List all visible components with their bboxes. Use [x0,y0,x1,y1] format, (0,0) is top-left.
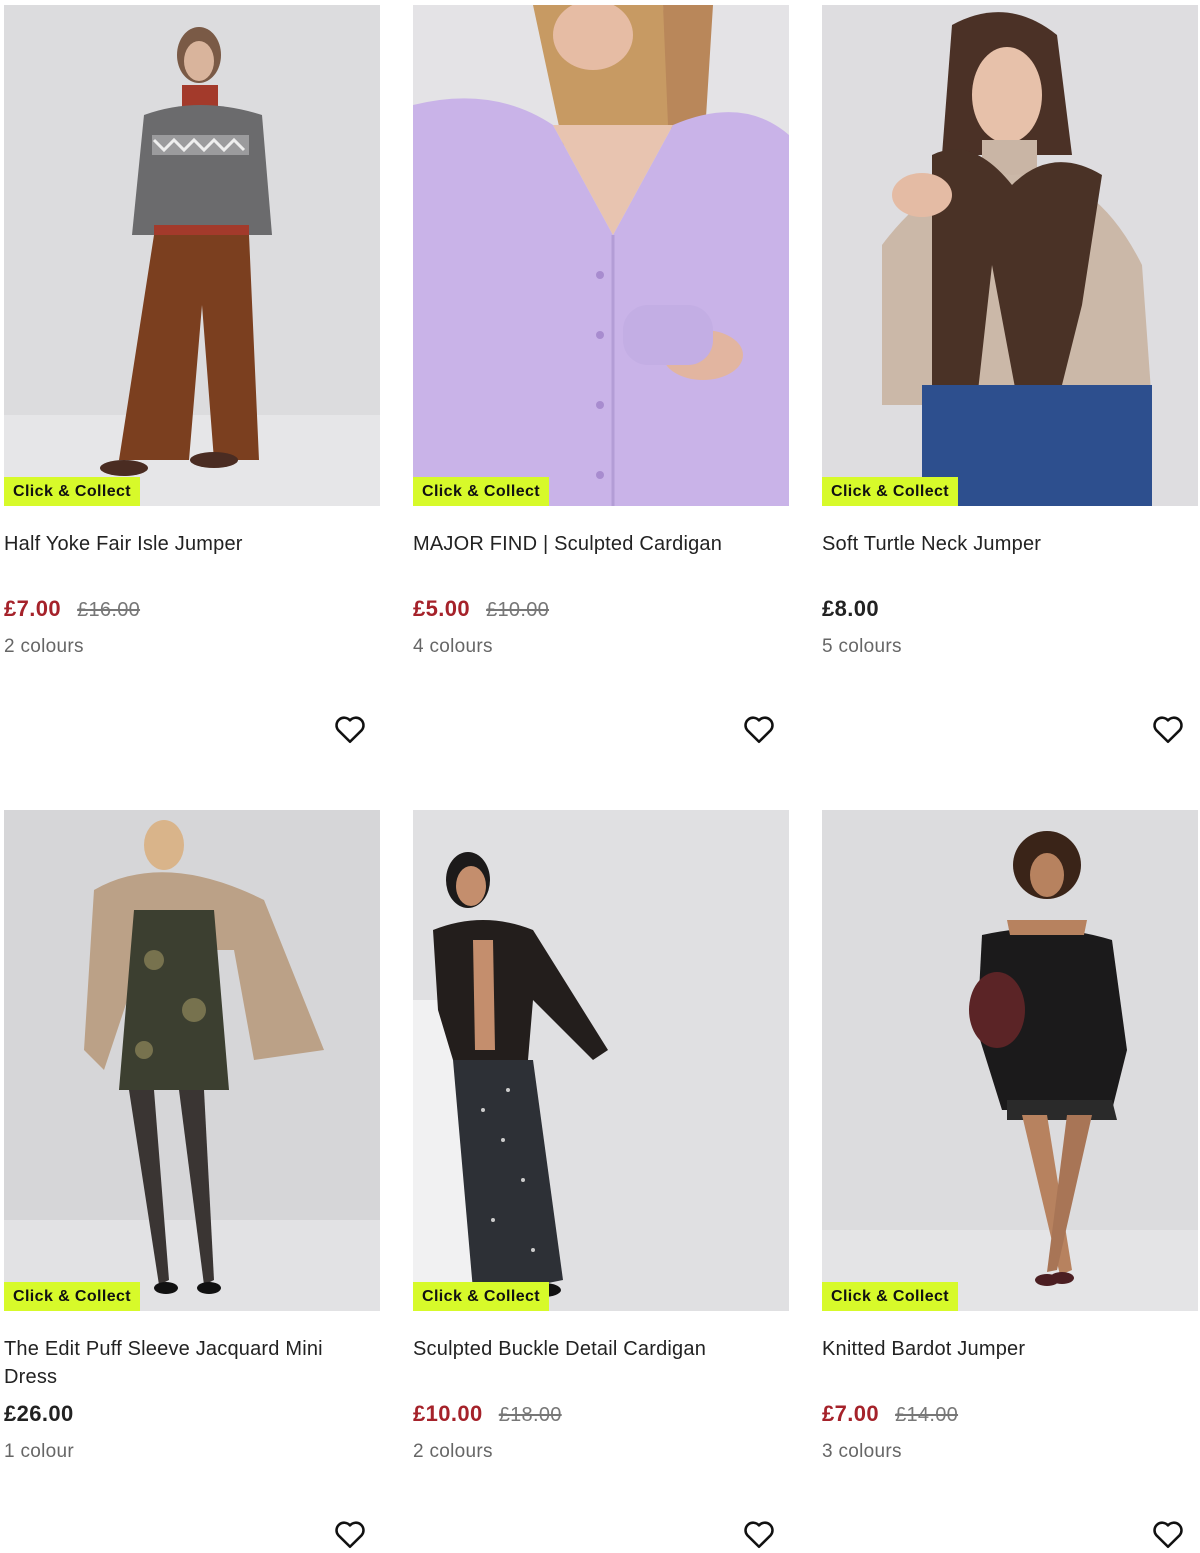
product-card[interactable]: Click & Collect Sculpted Buckle Detail C… [413,810,789,1553]
was-price: £14.00 [895,1404,959,1426]
colour-count: 3 colours [822,1441,902,1462]
product-title[interactable]: MAJOR FIND | Sculpted Cardigan [413,530,773,558]
product-card[interactable]: Click & Collect Knitted Bardot Jumper £7… [822,810,1198,1553]
product-card[interactable]: Click & Collect The Edit Puff Sleeve Jac… [4,810,380,1553]
price-row: £7.00 £14.00 [822,1401,958,1427]
heart-outline-icon[interactable] [332,1516,368,1552]
click-and-collect-badge: Click & Collect [822,1282,959,1311]
click-and-collect-badge: Click & Collect [413,477,550,506]
click-and-collect-badge: Click & Collect [822,477,959,506]
click-and-collect-badge: Click & Collect [4,477,141,506]
product-image[interactable]: Click & Collect [822,810,1198,1311]
click-and-collect-badge: Click & Collect [4,1282,141,1311]
sale-price: £7.00 [4,596,62,621]
price-row: £10.00 £18.00 [413,1401,562,1427]
price: £26.00 [4,1401,74,1426]
sale-price: £5.00 [413,596,471,621]
product-photo-fair-isle-jumper [4,5,380,506]
was-price: £16.00 [77,599,141,621]
product-card[interactable]: Click & Collect MAJOR FIND | Sculpted Ca… [413,5,789,795]
colour-count: 2 colours [4,636,84,657]
product-photo-turtle-neck-jumper [822,5,1198,506]
product-title[interactable]: Sculpted Buckle Detail Cardigan [413,1335,773,1363]
sale-price: £7.00 [822,1401,880,1426]
heart-outline-icon[interactable] [1150,1516,1186,1552]
colour-count: 4 colours [413,636,493,657]
product-title[interactable]: Half Yoke Fair Isle Jumper [4,530,364,558]
colour-count: 5 colours [822,636,902,657]
price-row: £8.00 [822,596,879,622]
product-title[interactable]: Knitted Bardot Jumper [822,1335,1182,1363]
product-image[interactable]: Click & Collect [4,810,380,1311]
product-image[interactable]: Click & Collect [413,810,789,1311]
sale-price: £10.00 [413,1401,483,1426]
was-price: £10.00 [486,599,550,621]
product-photo-buckle-cardigan [413,810,789,1311]
product-card[interactable]: Click & Collect Half Yoke Fair Isle Jump… [4,5,380,795]
product-image[interactable]: Click & Collect [4,5,380,506]
heart-outline-icon[interactable] [1150,711,1186,747]
product-title[interactable]: The Edit Puff Sleeve Jacquard Mini Dress [4,1335,364,1391]
heart-outline-icon[interactable] [741,1516,777,1552]
product-photo-bardot-jumper [822,810,1198,1311]
heart-outline-icon[interactable] [332,711,368,747]
heart-outline-icon[interactable] [741,711,777,747]
colour-count: 2 colours [413,1441,493,1462]
price-row: £7.00 £16.00 [4,596,140,622]
colour-count: 1 colour [4,1441,74,1462]
price-row: £5.00 £10.00 [413,596,549,622]
product-photo-sculpted-cardigan [413,5,789,506]
product-image[interactable]: Click & Collect [822,5,1198,506]
product-image[interactable]: Click & Collect [413,5,789,506]
was-price: £18.00 [498,1404,562,1426]
price-row: £26.00 [4,1401,74,1427]
click-and-collect-badge: Click & Collect [413,1282,550,1311]
product-photo-jacquard-mini-dress [4,810,380,1311]
product-title[interactable]: Soft Turtle Neck Jumper [822,530,1182,558]
price: £8.00 [822,596,880,621]
product-card[interactable]: Click & Collect Soft Turtle Neck Jumper … [822,5,1198,795]
